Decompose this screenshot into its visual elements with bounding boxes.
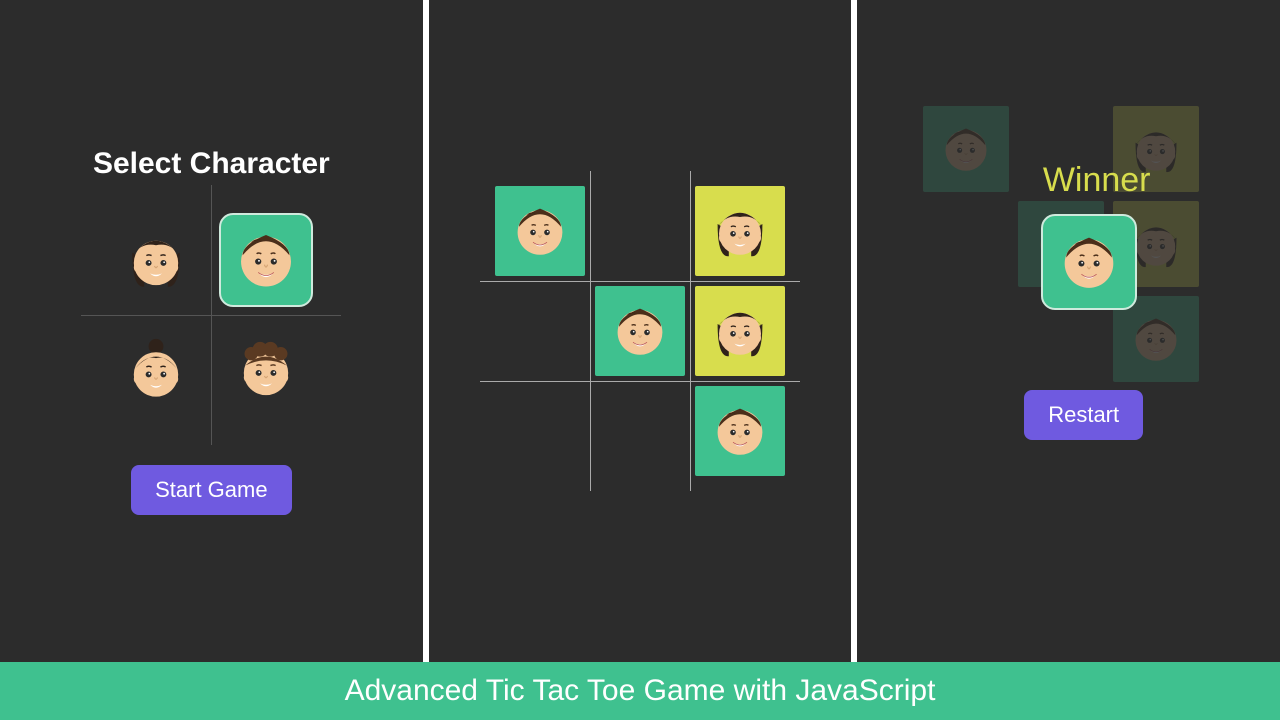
tile-p1 [695,386,785,476]
character-option-woman-bun[interactable] [101,315,211,425]
banner-text: Advanced Tic Tac Toe Game with JavaScrip… [345,674,936,708]
character-option-woman-bob[interactable] [101,205,211,315]
panel-game-board [429,0,852,662]
tile-p1 [495,186,585,276]
app-stage: Select Character [0,0,1280,662]
character-grid [101,205,321,425]
winner-area: Winner Restart [919,131,1219,531]
tile-p1 [595,286,685,376]
board-cell-4[interactable] [590,281,690,381]
footer-banner: Advanced Tic Tac Toe Game with JavaScrip… [0,662,1280,720]
winner-label: Winner [1043,161,1151,200]
character-option-man-short[interactable] [211,205,321,315]
character-option-man-curly[interactable] [211,315,321,425]
board-cell-1[interactable] [590,181,690,281]
board-cell-3[interactable] [490,281,590,381]
board-cell-5[interactable] [690,281,790,381]
avatar-man-curly-icon [229,333,303,407]
avatar-woman-bun-icon [119,333,193,407]
board-cell-8[interactable] [690,381,790,481]
board-vline-1 [590,171,591,491]
board-cell-2[interactable] [690,181,790,281]
board-hline-2 [480,381,800,382]
restart-button[interactable]: Restart [1024,390,1143,440]
winner-avatar-frame [1041,214,1137,310]
start-game-button[interactable]: Start Game [131,465,291,515]
board-cell-6[interactable] [490,381,590,481]
board-vline-2 [690,171,691,491]
avatar-man-short-icon [219,213,313,307]
winner-overlay: Winner Restart [919,131,1219,440]
panel-select-character: Select Character [0,0,423,662]
tile-p2 [695,286,785,376]
tile-p2 [695,186,785,276]
board-cell-7[interactable] [590,381,690,481]
tic-tac-toe-board [490,181,790,481]
board-cell-0[interactable] [490,181,590,281]
select-character-title: Select Character [93,147,330,181]
panel-winner: Winner Restart [857,0,1280,662]
avatar-woman-bob-icon [119,223,193,297]
board-hline-1 [480,281,800,282]
